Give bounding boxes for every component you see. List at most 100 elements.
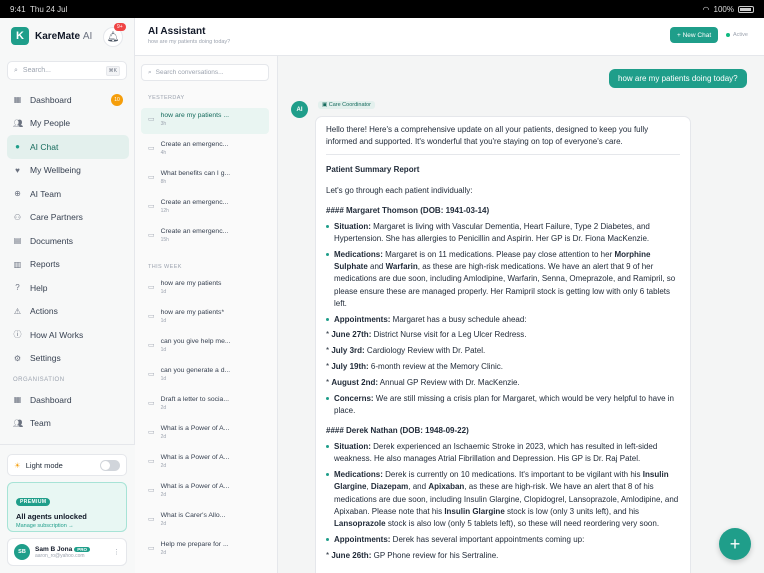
team-icon: ⊕	[14, 189, 21, 199]
logo-icon: K	[11, 27, 29, 45]
patient-heading: #### Margaret Thomson (DOB: 1941-03-14)	[326, 205, 490, 215]
status-bar: 9:41 Thu 24 Jul ◠ 100%	[0, 0, 764, 18]
info-icon: ⓘ	[13, 330, 22, 340]
list-item: Medications: Derek is currently on 10 me…	[326, 469, 680, 530]
sidebar-item-org-team[interactable]: 👥︎ Team	[7, 412, 129, 436]
help-icon: ?	[15, 283, 20, 293]
sidebar-item-ai-team[interactable]: ⊕ AI Team	[7, 182, 129, 206]
sidebar-search[interactable]: ⌕ Search... ⌘K	[7, 61, 127, 80]
chat-bubble-icon: ▭	[148, 487, 155, 494]
summary-title: Patient Summary Report	[326, 165, 420, 175]
appointment-item: * July 19th: 6-month review at the Memor…	[326, 362, 503, 372]
search-icon: ⌕	[148, 68, 152, 76]
chat-bubble-icon: ▭	[148, 284, 155, 291]
new-chat-button[interactable]: + New Chat	[670, 27, 719, 43]
report-icon: ▥	[13, 259, 22, 269]
list-item: Concerns: We are still missing a crisis …	[326, 393, 680, 417]
sidebar-item-dashboard[interactable]: ▦ Dashboard 10	[7, 88, 129, 112]
people-icon: 👥︎	[13, 418, 24, 428]
conversation-list: ⌕ Search conversations... YESTERDAY ▭ how…	[135, 56, 278, 573]
conversation-item[interactable]: ▭ how are my patients 1d	[141, 276, 269, 302]
list-item: Situation: Margaret is living with Vascu…	[326, 221, 680, 245]
more-icon[interactable]: ⋮	[113, 548, 120, 556]
appointment-item: * June 27th: District Nurse visit for a …	[326, 330, 527, 340]
chat-bubble-icon: ▭	[148, 145, 155, 152]
conversation-item[interactable]: ▭ What is a Power of A... 2d	[141, 421, 269, 447]
user-email: aaron_ro@yahoo.com	[35, 552, 85, 559]
battery-percent: 100%	[713, 4, 734, 14]
page-subtitle: how are my patients doing today?	[148, 39, 231, 45]
conversation-item[interactable]: ▭ What benefits can I g... 8h	[141, 166, 269, 192]
conversation-item[interactable]: ▭ how are my patients* 1d	[141, 305, 269, 331]
sun-icon: ☀	[14, 460, 21, 470]
conversation-item[interactable]: ▭ Create an emergenc... 12h	[141, 195, 269, 221]
list-item: Situation: Derek experienced an Ischaemi…	[326, 441, 680, 465]
conversation-item[interactable]: ▭ Create an emergenc... 4h	[141, 137, 269, 163]
sidebar-item-ai-chat[interactable]: ● AI Chat	[7, 135, 129, 159]
message-intro: Hello there! Here's a comprehensive upda…	[326, 125, 649, 147]
dashboard-badge: 10	[111, 93, 123, 106]
ai-avatar: AI	[291, 101, 308, 118]
bell-icon: 🔔︎	[106, 31, 120, 43]
brand[interactable]: K KareMate AI	[11, 27, 92, 45]
light-mode-toggle[interactable]	[100, 459, 120, 471]
plus-icon: +	[729, 533, 741, 554]
search-shortcut: ⌘K	[105, 65, 120, 76]
wifi-icon: ◠	[702, 4, 710, 14]
partners-icon: ⚇	[13, 212, 22, 222]
alert-icon: ⚠	[13, 306, 22, 316]
sidebar-item-actions[interactable]: ⚠ Actions	[7, 300, 129, 324]
heart-icon: ♥	[15, 165, 20, 175]
light-mode-row[interactable]: ☀ Light mode	[7, 454, 127, 476]
search-placeholder: Search...	[22, 67, 51, 74]
conversation-item[interactable]: ▭ Help me prepare for ... 2d	[141, 537, 269, 563]
chat-bubble-icon: ▭	[148, 342, 155, 349]
notification-badge: 9+	[114, 23, 126, 31]
notifications-button[interactable]: 🔔︎ 9+	[103, 23, 126, 47]
conversation-item[interactable]: ▭ can you generate a d... 1d	[141, 363, 269, 389]
patient-heading: #### Derek Nathan (DOB: 1948-09-22)	[326, 426, 469, 436]
compose-fab-button[interactable]: +	[719, 528, 751, 560]
page-title: AI Assistant	[148, 26, 206, 37]
chat-area: how are my patients doing today? AI ▣ Ca…	[278, 56, 764, 573]
sidebar-footer: ☀ Light mode PREMIUM All agents unlocked…	[0, 444, 135, 573]
sidebar-item-documents[interactable]: ▤ Documents	[7, 229, 129, 253]
appointment-item: * August 2nd: Annual GP Review with Dr. …	[326, 377, 520, 387]
status-indicator: Active	[726, 32, 748, 38]
list-item: Appointments: Derek has several importan…	[326, 534, 680, 546]
org-section-label: ORGANISATION	[13, 377, 65, 383]
chat-bubble-icon: ▭	[148, 429, 155, 436]
conversation-item[interactable]: ▭ Create an emergenc... 15h	[141, 224, 269, 250]
pro-badge: PRO	[74, 546, 90, 552]
gear-icon: ⚙	[13, 353, 22, 363]
sidebar-item-my-wellbeing[interactable]: ♥ My Wellbeing	[7, 159, 129, 183]
chat-bubble-icon: ▭	[148, 516, 155, 523]
sidebar-item-care-partners[interactable]: ⚇ Care Partners	[7, 206, 129, 230]
sidebar-item-org-dashboard[interactable]: ▦ Dashboard	[7, 388, 129, 412]
status-right: ◠ 100%	[703, 5, 754, 14]
status-dot-icon	[726, 33, 730, 37]
chat-header: AI Assistant how are my patients doing t…	[135, 18, 764, 56]
agent-role-tag: ▣ Care Coordinator	[318, 101, 375, 109]
sidebar-item-settings[interactable]: ⚙ Settings	[7, 347, 129, 371]
sidebar-item-reports[interactable]: ▥ Reports	[7, 253, 129, 277]
sidebar-item-how-ai-works[interactable]: ⓘ How AI Works	[7, 323, 129, 347]
conversation-item[interactable]: ▭ Draft a letter to socia... 2d	[141, 392, 269, 418]
sidebar-item-help[interactable]: ? Help	[7, 276, 129, 300]
document-icon: ▤	[13, 236, 22, 246]
manage-subscription-link[interactable]: Manage subscription →	[16, 523, 118, 529]
conversation-item[interactable]: ▭ What is a Power of A... 2d	[141, 450, 269, 476]
sidebar-item-my-people[interactable]: 👥︎ My People	[7, 112, 129, 136]
user-profile[interactable]: SB Sam B Jona PRO aaron_ro@yahoo.com ⋮	[7, 538, 127, 566]
chat-bubble-icon: ▭	[148, 458, 155, 465]
chat-bubble-icon: ▭	[148, 545, 155, 552]
chat-bubble-icon: ▭	[148, 232, 155, 239]
conversation-item[interactable]: ▭ What is a Power of A... 2d	[141, 479, 269, 505]
premium-title: All agents unlocked	[16, 512, 87, 521]
conversation-item[interactable]: ▭ can you give help me... 1d	[141, 334, 269, 360]
conversation-item[interactable]: ▭ What is Carer's Allo... 2d	[141, 508, 269, 534]
conversation-search-input[interactable]: ⌕ Search conversations...	[141, 64, 269, 81]
list-item: Appointments: Margaret has a busy schedu…	[326, 314, 680, 326]
conversation-item[interactable]: ▭ how are my patients ... 3h	[141, 108, 269, 134]
people-icon: 👥︎	[13, 118, 24, 128]
